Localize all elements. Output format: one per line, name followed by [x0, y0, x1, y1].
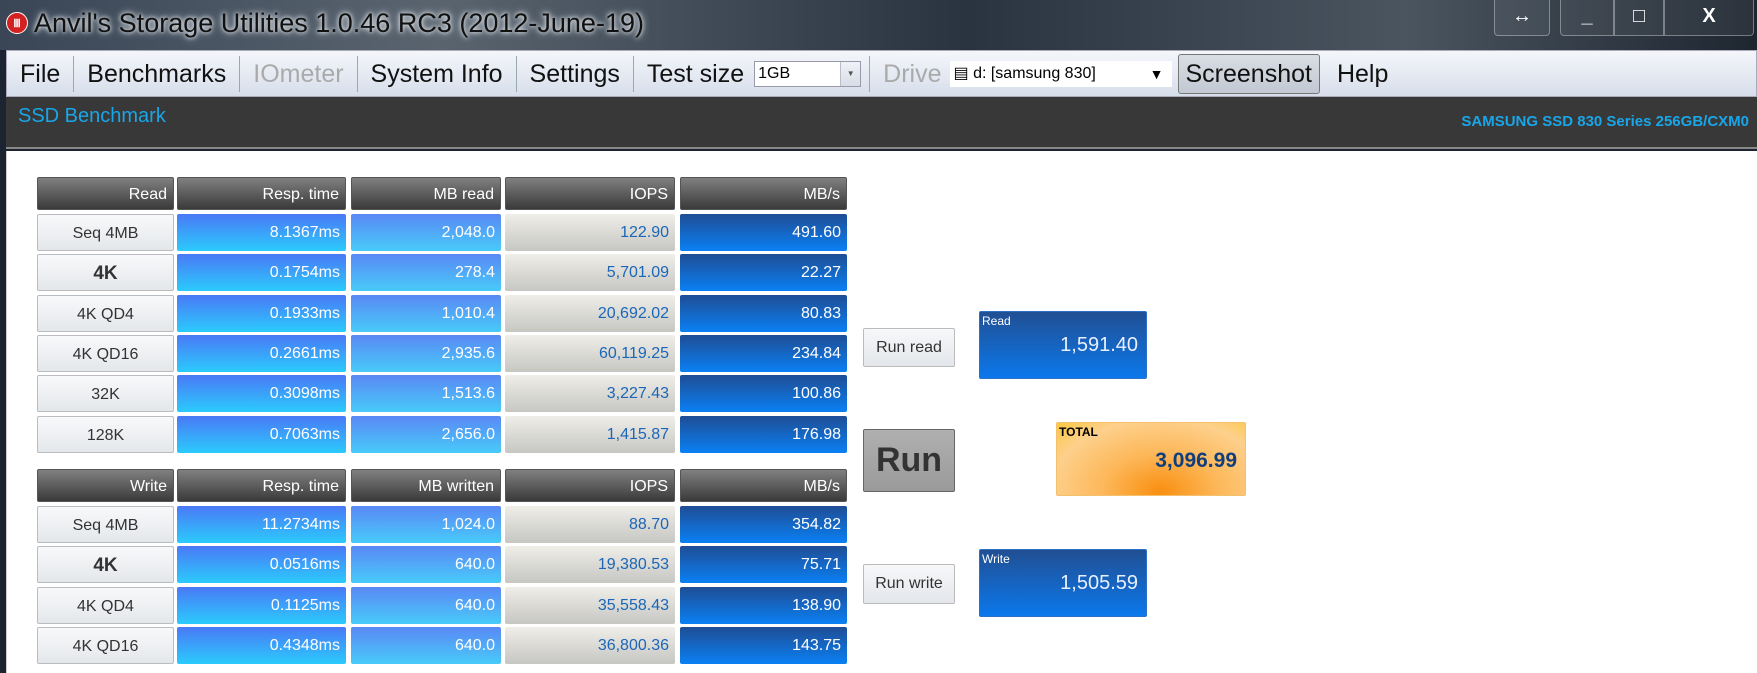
read-cell-mb-transferred: 2,656.0 [351, 415, 501, 453]
write-score-label: Write [982, 552, 1010, 566]
menu-help[interactable]: Help [1324, 56, 1401, 92]
screenshot-button[interactable]: Screenshot [1177, 53, 1320, 94]
read-cell-iops: 122.90 [505, 214, 675, 251]
read-cell-iops: 5,701.09 [505, 254, 675, 292]
drive-label: Drive [869, 55, 949, 92]
menu-system-info[interactable]: System Info [358, 55, 517, 92]
write-header-test-name: Write [37, 469, 174, 502]
test-size-value: 1GB [758, 64, 791, 82]
window-title: Anvil's Storage Utilities 1.0.46 RC3 (20… [34, 8, 644, 38]
chevron-down-icon[interactable]: ▼ [840, 61, 861, 86]
run-button[interactable]: Run [863, 429, 955, 492]
close-button[interactable]: X [1664, 0, 1754, 36]
write-cell-mbps: 354.82 [680, 506, 847, 543]
write-header-mbps: MB/s [680, 469, 847, 502]
minimize-button[interactable]: _ [1560, 0, 1614, 36]
read-header-mbps: MB/s [680, 177, 847, 210]
run-write-button[interactable]: Run write [863, 564, 955, 604]
read-cell-resp-time: 0.2661ms [177, 334, 346, 372]
write-cell-iops: 36,800.36 [505, 626, 675, 664]
read-cell-mb-transferred: 1,513.6 [351, 375, 501, 413]
write-header-resp-time: Resp. time [177, 469, 346, 502]
read-cell-test-name[interactable]: 4K QD16 [37, 334, 174, 372]
read-cell-test-name[interactable]: 128K [37, 415, 174, 453]
read-cell-mbps: 22.27 [680, 254, 847, 292]
read-score-label: Read [982, 314, 1011, 328]
read-cell-mbps: 80.83 [680, 294, 847, 332]
read-header-iops: IOPS [505, 177, 675, 210]
read-score-value: 1,591.40 [1060, 334, 1138, 356]
page-title: SSD Benchmark [18, 105, 166, 127]
read-cell-mb-transferred: 2,048.0 [351, 214, 501, 251]
read-cell-resp-time: 0.7063ms [177, 415, 346, 453]
read-cell-test-name[interactable]: Seq 4MB [37, 214, 174, 251]
write-cell-iops: 35,558.43 [505, 586, 675, 624]
write-cell-mb-transferred: 640.0 [351, 626, 501, 664]
write-cell-mbps: 75.71 [680, 546, 847, 584]
write-cell-resp-time: 0.1125ms [177, 586, 346, 624]
read-cell-mbps: 491.60 [680, 214, 847, 251]
read-cell-mb-transferred: 1,010.4 [351, 294, 501, 332]
read-cell-iops: 20,692.02 [505, 294, 675, 332]
read-cell-iops: 3,227.43 [505, 375, 675, 413]
drive-select[interactable]: ▤ d: [samsung 830] ▼ [949, 60, 1172, 87]
menu-file[interactable]: File [7, 55, 75, 92]
read-cell-mb-transferred: 278.4 [351, 254, 501, 292]
drive-info: SAMSUNG SSD 830 Series 256GB/CXM0 [1461, 113, 1749, 130]
read-cell-resp-time: 8.1367ms [177, 214, 346, 251]
read-cell-test-name[interactable]: 4K [37, 254, 174, 292]
read-cell-iops: 60,119.25 [505, 334, 675, 372]
section-header: SSD Benchmark SAMSUNG SSD 830 Series 256… [6, 97, 1757, 149]
write-score-box: Write 1,505.59 [979, 549, 1147, 617]
write-cell-mb-transferred: 640.0 [351, 546, 501, 584]
chevron-down-icon[interactable]: ▼ [1150, 61, 1164, 87]
read-score-box: Read 1,591.40 [979, 311, 1147, 379]
read-header-test-name: Read [37, 177, 174, 210]
write-cell-test-name[interactable]: Seq 4MB [37, 506, 174, 543]
read-header-resp-time: Resp. time [177, 177, 346, 210]
test-size-label: Test size [646, 59, 745, 88]
write-header-iops: IOPS [505, 469, 675, 502]
write-header-mb-transferred: MB written [351, 469, 501, 502]
toolbar: File Benchmarks IOmeter System Info Sett… [6, 50, 1757, 97]
read-cell-test-name[interactable]: 4K QD4 [37, 294, 174, 332]
write-cell-test-name[interactable]: 4K QD4 [37, 586, 174, 624]
write-cell-test-name[interactable]: 4K [37, 546, 174, 584]
read-cell-mbps: 100.86 [680, 375, 847, 413]
write-cell-mbps: 143.75 [680, 626, 847, 664]
read-cell-mb-transferred: 2,935.6 [351, 334, 501, 372]
total-score-box: TOTAL 3,096.99 [1056, 422, 1246, 496]
write-cell-resp-time: 0.0516ms [177, 546, 346, 584]
maximize-button[interactable]: □ [1614, 0, 1664, 36]
read-cell-mbps: 234.84 [680, 334, 847, 372]
total-score-label: TOTAL [1059, 425, 1098, 439]
read-header-mb-transferred: MB read [351, 177, 501, 210]
run-read-button[interactable]: Run read [863, 328, 955, 367]
read-cell-resp-time: 0.1754ms [177, 254, 346, 292]
write-cell-resp-time: 11.2734ms [177, 506, 346, 543]
menu-benchmarks[interactable]: Benchmarks [74, 55, 241, 92]
write-cell-resp-time: 0.4348ms [177, 626, 346, 664]
write-cell-mb-transferred: 1,024.0 [351, 506, 501, 543]
anvil-app-icon: Ⅲ [6, 12, 28, 34]
read-cell-iops: 1,415.87 [505, 415, 675, 453]
read-cell-test-name[interactable]: 32K [37, 375, 174, 413]
title-bar: Ⅲ Anvil's Storage Utilities 1.0.46 RC3 (… [0, 0, 1757, 50]
test-size-select[interactable]: 1GB ▼ [754, 60, 862, 87]
write-score-value: 1,505.59 [1060, 572, 1138, 594]
menu-settings[interactable]: Settings [517, 55, 634, 92]
drive-value: d: [samsung 830] [973, 64, 1096, 82]
write-cell-iops: 88.70 [505, 506, 675, 543]
write-cell-iops: 19,380.53 [505, 546, 675, 584]
resize-button[interactable]: ↔ [1494, 0, 1550, 36]
menu-iometer: IOmeter [240, 55, 358, 92]
read-cell-resp-time: 0.3098ms [177, 375, 346, 413]
write-cell-test-name[interactable]: 4K QD16 [37, 626, 174, 664]
read-cell-mbps: 176.98 [680, 415, 847, 453]
write-cell-mbps: 138.90 [680, 586, 847, 624]
write-cell-mb-transferred: 640.0 [351, 586, 501, 624]
drive-icon: ▤ [953, 64, 974, 82]
read-cell-resp-time: 0.1933ms [177, 294, 346, 332]
total-score-value: 3,096.99 [1155, 449, 1237, 472]
